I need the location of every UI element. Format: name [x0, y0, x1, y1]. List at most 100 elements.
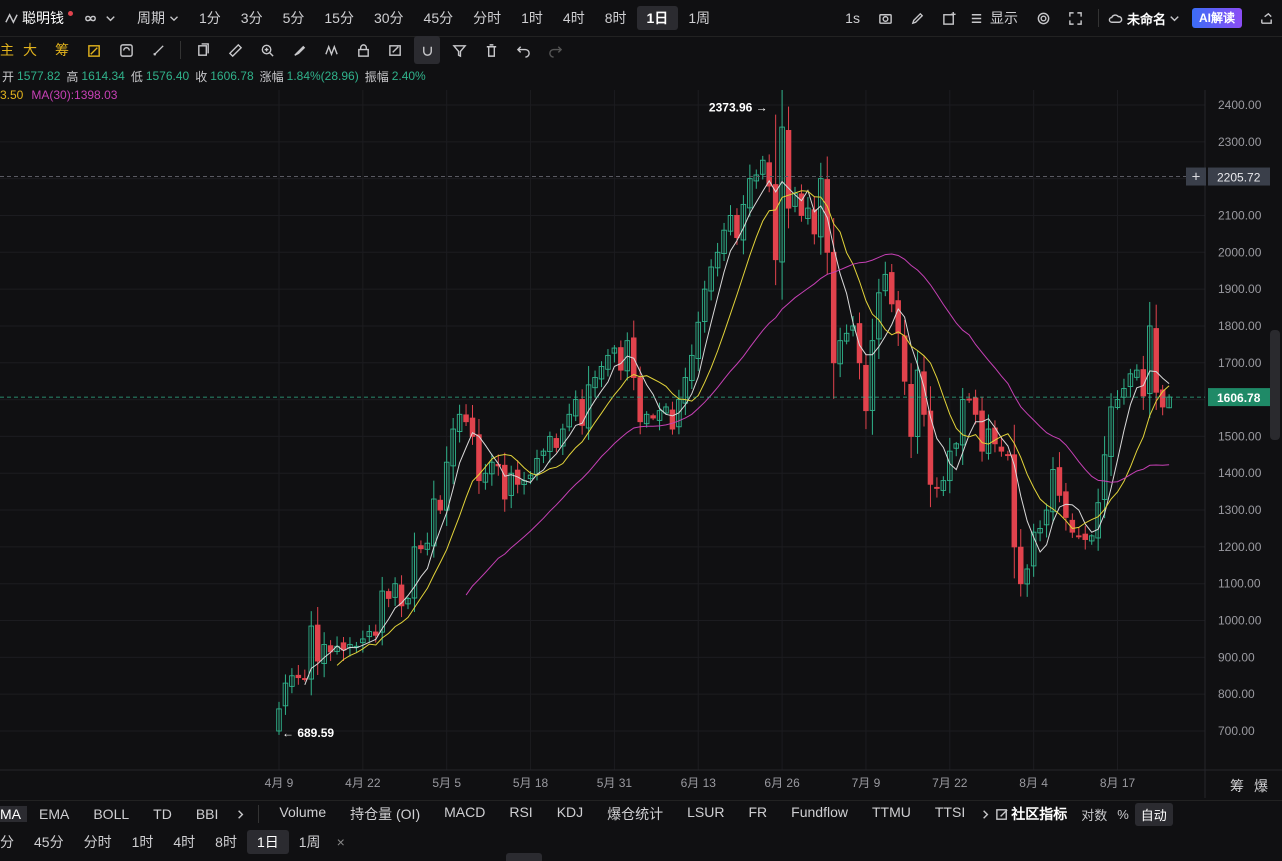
min-price-label: ← 689.59: [282, 726, 334, 740]
expand-handle[interactable]: [506, 853, 542, 861]
gear-icon[interactable]: [1028, 4, 1060, 32]
x-tick-label: 5月 18: [513, 776, 549, 790]
timeframe-11[interactable]: 1周: [678, 6, 720, 30]
sync-icon[interactable]: [110, 36, 142, 64]
main-indicator-3[interactable]: TD: [141, 806, 184, 822]
layout-name[interactable]: 未命名: [1127, 9, 1166, 28]
add-window-icon[interactable]: [934, 4, 966, 32]
period-item-1[interactable]: 45分: [24, 830, 74, 854]
sub-indicator-3[interactable]: RSI: [497, 804, 544, 824]
candlestick-chart[interactable]: 700.00 800.00 900.00 1000.00 1100.00 1200.00 1…: [0, 90, 1282, 798]
period-item-3[interactable]: 1时: [122, 830, 164, 854]
timeframe-6[interactable]: 分时: [463, 6, 511, 30]
timeframe-9[interactable]: 8时: [595, 6, 637, 30]
sub-indicator-4[interactable]: KDJ: [545, 804, 595, 824]
period-item-7[interactable]: 1周: [289, 830, 331, 854]
candle: [921, 355, 927, 427]
pencil-icon[interactable]: [902, 4, 934, 32]
main-indicator-1[interactable]: EMA: [27, 806, 81, 822]
scrollbar[interactable]: [1270, 330, 1280, 440]
timeframe-3[interactable]: 15分: [314, 6, 364, 30]
undo-icon[interactable]: [507, 36, 539, 64]
cloud-icon[interactable]: [1105, 4, 1127, 32]
filter-icon[interactable]: [443, 36, 475, 64]
sub-indicator-0[interactable]: Volume: [267, 804, 338, 824]
chevron-right-icon[interactable]: [977, 800, 993, 828]
trend-tool-icon[interactable]: [78, 36, 110, 64]
redo-icon[interactable]: [539, 36, 571, 64]
infinity-icon[interactable]: [79, 4, 101, 32]
sub-indicator-1[interactable]: 持仓量 (OI): [338, 804, 432, 824]
logo-icon: [0, 4, 22, 32]
chevron-right-icon[interactable]: [230, 800, 250, 828]
edit-icon[interactable]: [993, 800, 1011, 828]
timeframe-0[interactable]: 1分: [189, 6, 231, 30]
main-indicator-0[interactable]: MA: [0, 806, 27, 822]
display-button[interactable]: 显示: [988, 6, 1028, 30]
candle: [1108, 393, 1114, 477]
sub-indicator-2[interactable]: MACD: [432, 804, 497, 824]
chevron-down-icon[interactable]: [1166, 4, 1184, 32]
candle-body: [798, 193, 805, 216]
x-tick-label: 4月 9: [265, 776, 294, 790]
candle: [1056, 452, 1063, 503]
fullscreen-icon[interactable]: [1060, 4, 1092, 32]
chevron-down-icon[interactable]: [167, 4, 181, 32]
tool-main[interactable]: 主: [0, 40, 14, 60]
main-indicator-2[interactable]: BOLL: [81, 806, 141, 822]
sub-indicator-8[interactable]: Fundflow: [779, 804, 860, 824]
magnet-icon[interactable]: [414, 36, 440, 64]
main-indicator-list: MA EMA BOLL TD BBI: [0, 806, 230, 822]
pattern-icon[interactable]: [315, 36, 347, 64]
timeframe-8[interactable]: 4时: [553, 6, 595, 30]
symbol-label[interactable]: 聪明钱: [22, 8, 64, 28]
main-indicator-4[interactable]: BBI: [184, 806, 231, 822]
ruler-icon[interactable]: [219, 36, 251, 64]
chevron-down-icon[interactable]: [101, 4, 119, 32]
sub-indicator-9[interactable]: TTMU: [860, 804, 923, 824]
timeframe-2[interactable]: 5分: [273, 6, 315, 30]
sub-indicator-6[interactable]: LSUR: [675, 804, 736, 824]
sub-indicator-7[interactable]: FR: [737, 804, 780, 824]
candle: [811, 196, 818, 245]
interval-button[interactable]: 1s: [835, 6, 870, 30]
log-scale-toggle[interactable]: 对数: [1081, 805, 1107, 824]
community-indicators[interactable]: 社区指标: [1011, 804, 1067, 824]
auto-scale-toggle[interactable]: 自动: [1134, 802, 1173, 826]
timeframe-7[interactable]: 1时: [511, 6, 553, 30]
tool-large[interactable]: 大: [14, 40, 46, 60]
timeframe-10[interactable]: 1日: [636, 6, 679, 30]
period-item-0[interactable]: 分: [0, 830, 24, 854]
period-item-2[interactable]: 分时: [74, 830, 122, 854]
period-item-4[interactable]: 4时: [163, 830, 205, 854]
percent-scale-toggle[interactable]: %: [1117, 807, 1129, 822]
candle: [1095, 488, 1101, 551]
edit-box-icon[interactable]: [379, 36, 411, 64]
tool-chips[interactable]: 筹: [46, 40, 78, 60]
chips-button[interactable]: 筹: [1230, 776, 1244, 796]
x-tick-label: 7月 22: [932, 776, 968, 790]
period-item-5[interactable]: 8时: [205, 830, 247, 854]
candle: [908, 363, 914, 458]
brush-icon[interactable]: [283, 36, 315, 64]
ai-interpret-button[interactable]: AI解读: [1191, 8, 1242, 28]
timeframe-4[interactable]: 30分: [364, 6, 414, 30]
candle: [321, 632, 327, 678]
share-icon[interactable]: [1250, 4, 1282, 32]
list-icon[interactable]: [966, 4, 988, 32]
y-tick-label: 2400.00: [1218, 98, 1262, 112]
sub-indicator-10[interactable]: TTSI: [923, 804, 977, 824]
zoom-icon[interactable]: [251, 36, 283, 64]
measure-icon[interactable]: [142, 36, 174, 64]
timeframe-5[interactable]: 45分: [414, 6, 464, 30]
sub-indicator-5[interactable]: 爆仓统计: [595, 804, 675, 824]
candle: [701, 280, 708, 333]
close-icon[interactable]: ×: [337, 834, 345, 850]
copy-icon[interactable]: [187, 36, 219, 64]
camera-icon[interactable]: [870, 4, 902, 32]
period-item-6[interactable]: 1日: [246, 830, 289, 854]
trash-icon[interactable]: [475, 36, 507, 64]
lock-icon[interactable]: [347, 36, 379, 64]
timeframe-1[interactable]: 3分: [231, 6, 273, 30]
liquidation-button[interactable]: 爆: [1254, 776, 1268, 796]
